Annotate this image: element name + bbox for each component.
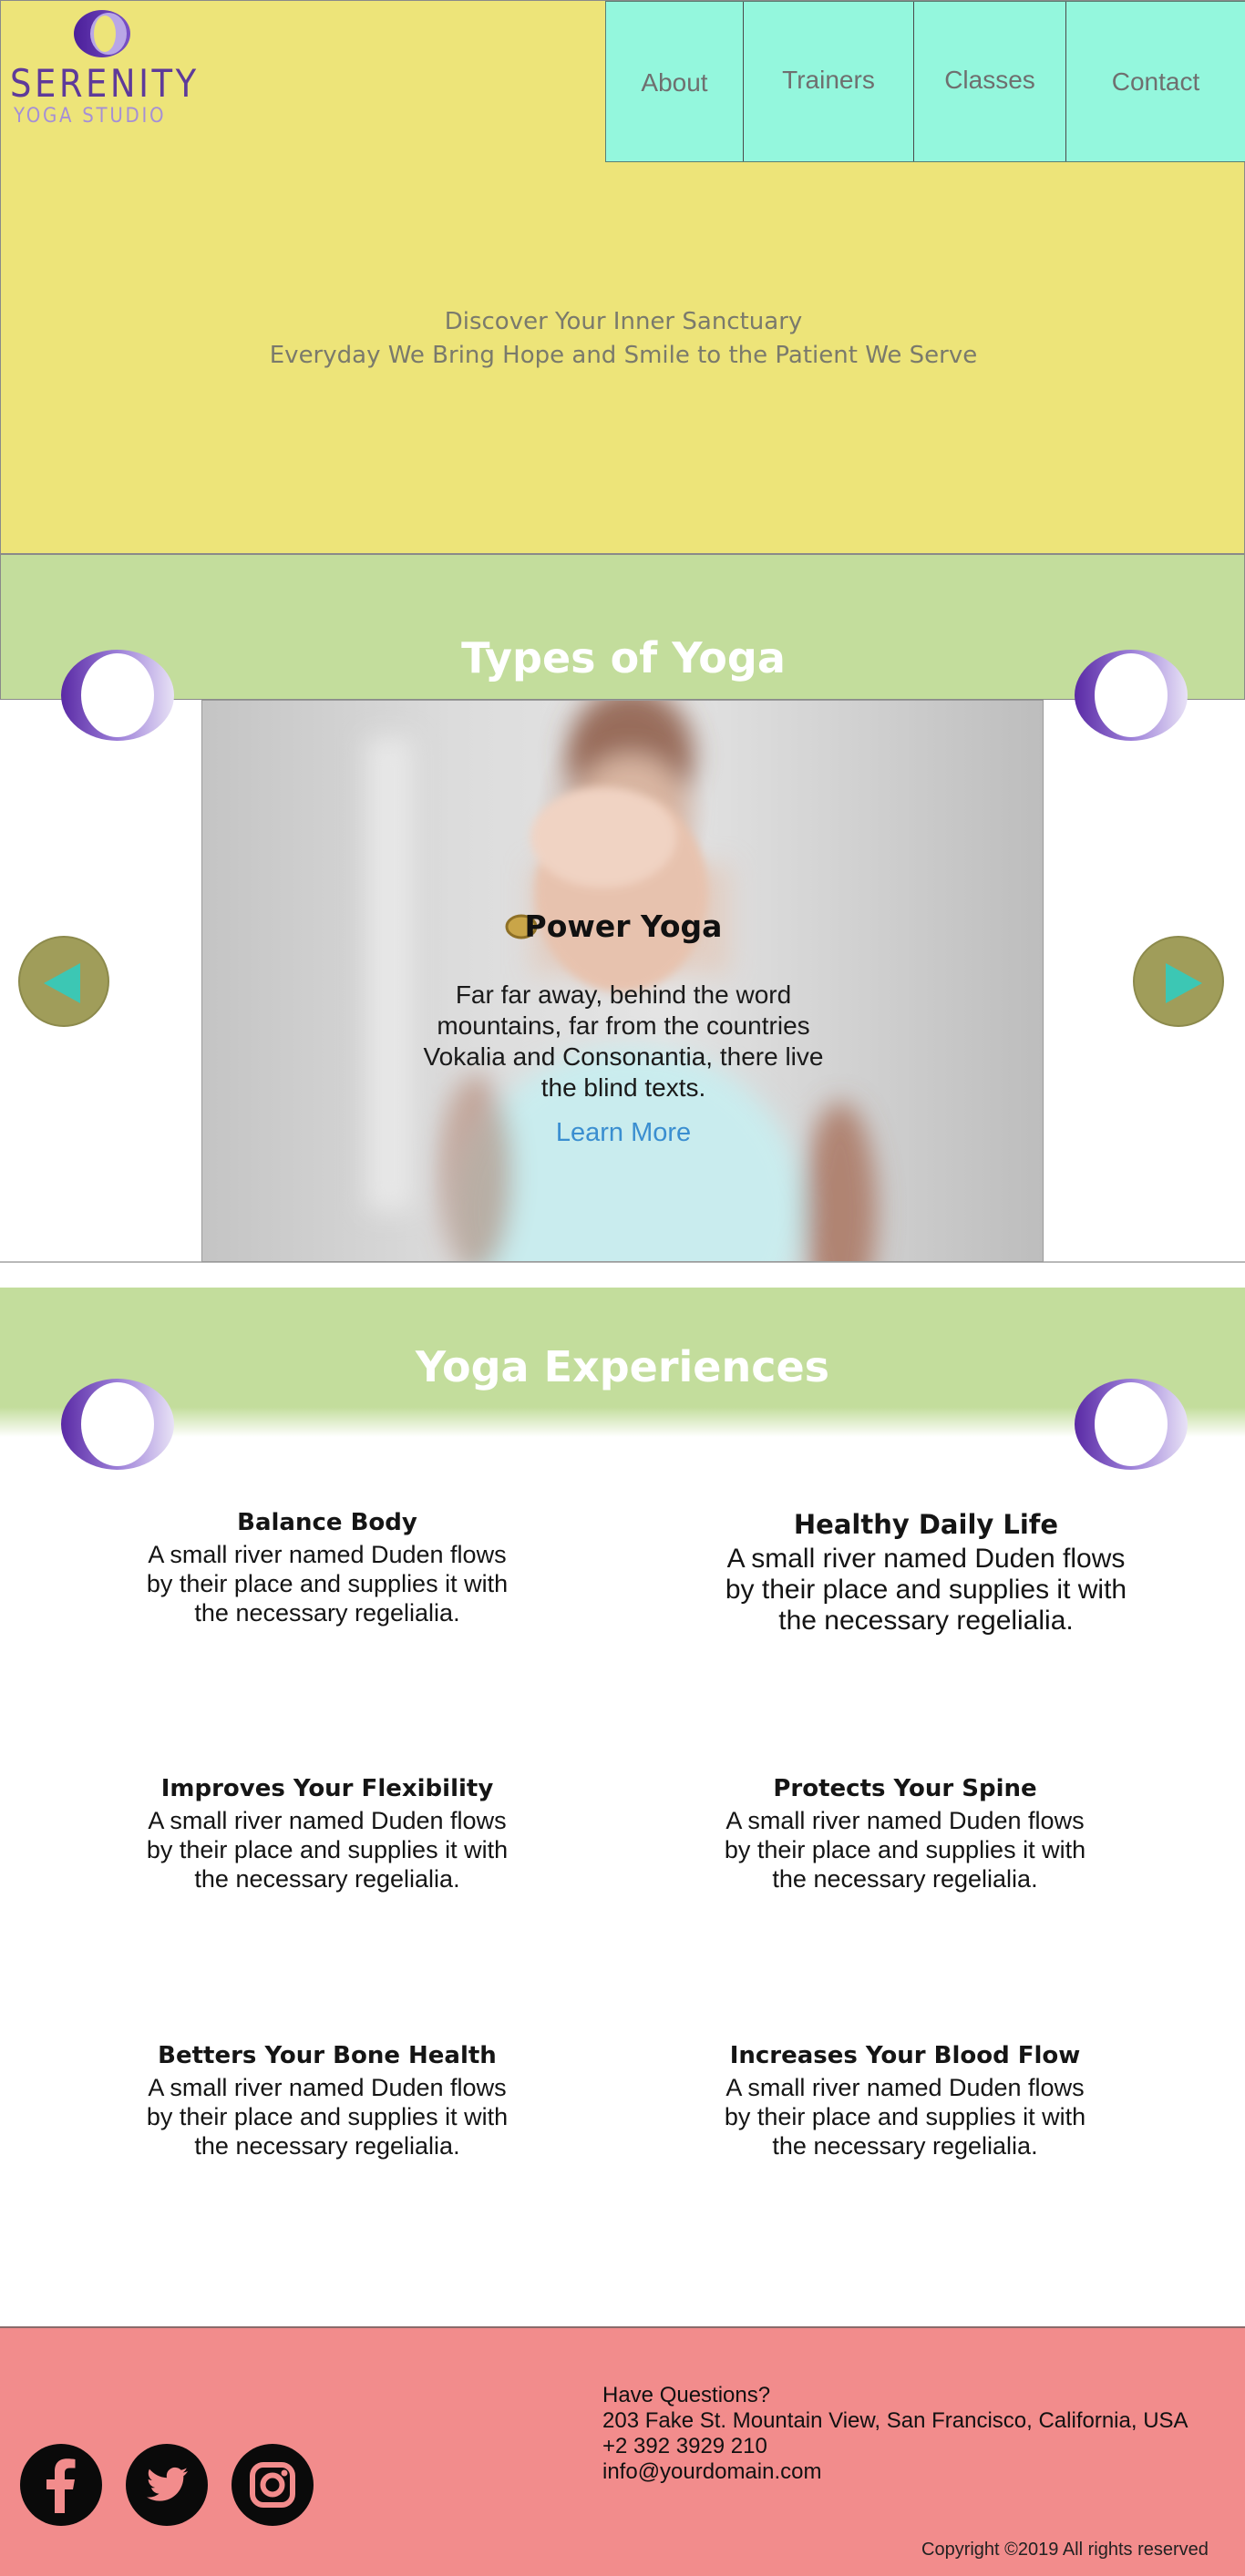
hero-tagline: Discover Your Inner Sanctuary Everyday W… bbox=[1, 305, 1245, 373]
experience-text: A small river named Duden flows by their… bbox=[724, 1807, 1086, 1893]
learn-more-link[interactable]: Learn More bbox=[202, 1118, 1043, 1148]
nav-trainers-label: Trainers bbox=[782, 65, 875, 94]
contact-phone[interactable]: +2 392 3929 210 bbox=[602, 2434, 1188, 2459]
slide-title: Power Yoga bbox=[524, 908, 723, 944]
experience-title: Healthy Daily Life bbox=[793, 1509, 1059, 1540]
experience-item: Protects Your Spine A small river named … bbox=[711, 1775, 1099, 1894]
hero-line-2: Everyday We Bring Hope and Smile to the … bbox=[269, 342, 978, 369]
contact-question: Have Questions? bbox=[602, 2383, 771, 2407]
nav-about[interactable]: About bbox=[606, 2, 744, 161]
arrow-left-icon bbox=[44, 963, 80, 1003]
copyright: Copyright ©2019 All rights reserved bbox=[921, 2540, 1209, 2560]
experience-title: Protects Your Spine bbox=[773, 1775, 1037, 1802]
types-title: Types of Yoga bbox=[461, 633, 786, 682]
contact-email[interactable]: info@yourdomain.com bbox=[602, 2459, 1188, 2485]
carousel-prev-button[interactable] bbox=[18, 936, 109, 1027]
nav-contact[interactable]: Contact bbox=[1066, 2, 1245, 161]
types-section-header: Types of Yoga bbox=[0, 554, 1245, 700]
experience-text: A small river named Duden flows by their… bbox=[146, 1541, 509, 1627]
logo-subtitle: YOGA STUDIO bbox=[14, 105, 167, 128]
contact-info: Have Questions? 203 Fake St. Mountain Vi… bbox=[602, 2383, 1188, 2485]
contact-address: 203 Fake St. Mountain View, San Francisc… bbox=[602, 2408, 1188, 2433]
footer: Have Questions? 203 Fake St. Mountain Vi… bbox=[0, 2326, 1245, 2576]
instagram-icon bbox=[250, 2462, 295, 2508]
nav-about-label: About bbox=[641, 67, 708, 97]
experience-item: Healthy Daily Life A small river named D… bbox=[718, 1509, 1134, 1637]
experience-item: Improves Your Flexibility A small river … bbox=[133, 1775, 521, 1894]
experience-text: A small river named Duden flows by their… bbox=[146, 1807, 509, 1893]
experience-item: Increases Your Blood Flow A small river … bbox=[711, 2042, 1099, 2160]
experience-text: A small river named Duden flows by their… bbox=[146, 2074, 509, 2160]
experiences-section-header: Yoga Experiences bbox=[0, 1288, 1245, 1437]
facebook-link[interactable] bbox=[20, 2444, 102, 2526]
ring-decoration-icon bbox=[1075, 1379, 1188, 1470]
hero-line-1: Discover Your Inner Sanctuary bbox=[444, 308, 803, 335]
experience-text: A small river named Duden flows by their… bbox=[724, 2074, 1086, 2160]
experience-title: Increases Your Blood Flow bbox=[729, 2042, 1081, 2069]
logo-ring-icon bbox=[74, 10, 130, 57]
ring-decoration-icon bbox=[61, 1379, 174, 1470]
nav-classes[interactable]: Classes bbox=[914, 2, 1066, 161]
experience-title: Balance Body bbox=[237, 1509, 417, 1536]
slide-description: Far far away, behind the word mountains,… bbox=[423, 980, 824, 1102]
ring-decoration-icon bbox=[1075, 650, 1188, 741]
experience-title: Improves Your Flexibility bbox=[160, 1775, 494, 1802]
experience-item: Betters Your Bone Health A small river n… bbox=[133, 2042, 521, 2160]
main-nav: About Trainers Classes Contact bbox=[605, 1, 1245, 162]
twitter-link[interactable] bbox=[126, 2444, 208, 2526]
carousel-slide: Power Yoga Far far away, behind the word… bbox=[201, 700, 1044, 1262]
experience-title: Betters Your Bone Health bbox=[158, 2042, 497, 2069]
nav-contact-label: Contact bbox=[1111, 67, 1200, 96]
carousel-next-button[interactable] bbox=[1133, 936, 1224, 1027]
twitter-icon bbox=[147, 2467, 188, 2501]
facebook-icon bbox=[46, 2458, 76, 2513]
logo-title: SERENITY bbox=[10, 61, 200, 106]
nav-classes-label: Classes bbox=[944, 65, 1035, 94]
logo[interactable]: SERENITY YOGA STUDIO bbox=[10, 8, 200, 128]
experience-item: Balance Body A small river named Duden f… bbox=[133, 1509, 521, 1627]
slide-photo: Power Yoga Far far away, behind the word… bbox=[202, 701, 1043, 1261]
arrow-right-icon bbox=[1166, 963, 1202, 1003]
experiences-title: Yoga Experiences bbox=[415, 1342, 830, 1391]
hero-section: SERENITY YOGA STUDIO About Trainers Clas… bbox=[0, 0, 1245, 554]
ring-decoration-icon bbox=[61, 650, 174, 741]
instagram-link[interactable] bbox=[232, 2444, 314, 2526]
experience-text: A small river named Duden flows by their… bbox=[725, 1544, 1127, 1636]
nav-trainers[interactable]: Trainers bbox=[744, 2, 914, 161]
